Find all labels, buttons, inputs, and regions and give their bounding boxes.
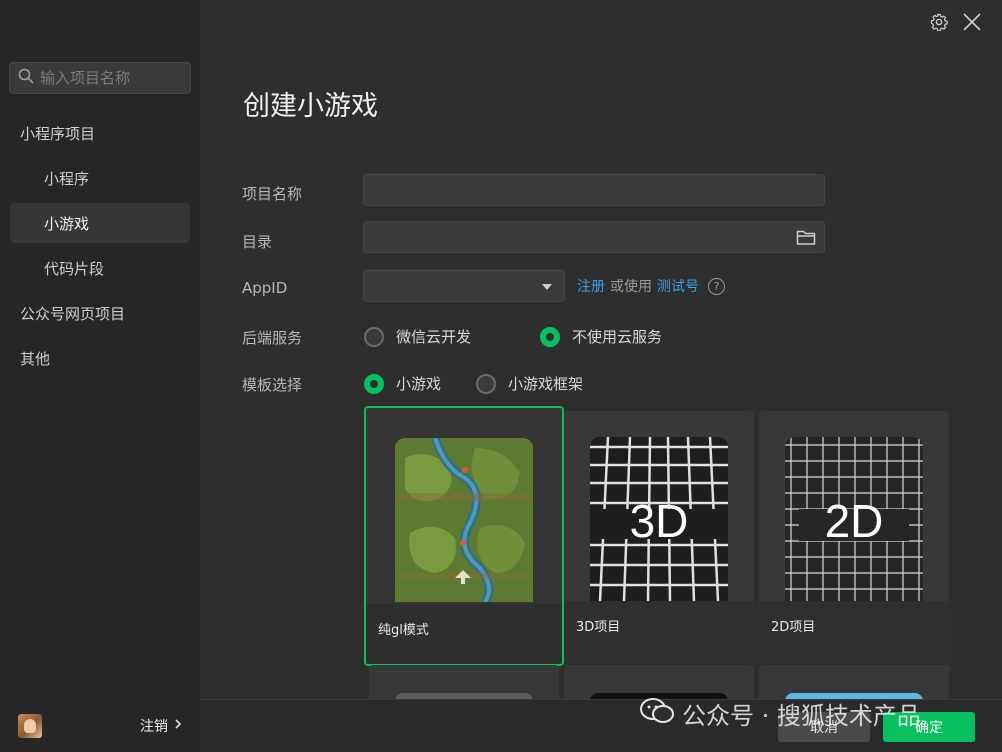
template-card-caption: 3D项目 [564, 601, 754, 663]
page-title: 创建小游戏 [243, 91, 378, 122]
sidebar-item-minigame[interactable]: 小游戏 [10, 203, 190, 243]
chevron-down-icon [542, 284, 552, 290]
avatar[interactable] [18, 714, 42, 738]
game-map-thumbnail [395, 438, 533, 602]
sidebar-item-miniprogram[interactable]: 小程序 [10, 158, 190, 198]
template-option-label: 小游戏框架 [508, 375, 584, 393]
logout-button[interactable]: 注销 [140, 716, 182, 736]
chevron-right-icon [174, 718, 182, 734]
template-option-framework[interactable]: 小游戏框架 [476, 373, 583, 394]
template-card-2d[interactable]: 2D 2D项目 [759, 411, 949, 663]
close-icon[interactable] [962, 12, 982, 32]
template-card-gl[interactable]: 纯gl模式 [364, 406, 564, 666]
directory-label: 目录 [242, 233, 273, 251]
sidebar-item-code-snippet[interactable]: 代码片段 [10, 248, 190, 288]
project-name-input[interactable] [364, 175, 824, 205]
project-name-field[interactable] [363, 174, 825, 206]
sidebar-item-label: 小游戏 [44, 214, 90, 233]
radio-button-selected[interactable] [540, 326, 560, 347]
template-card-caption: 纯gl模式 [366, 604, 562, 664]
2d-grid-thumbnail: 2D [785, 437, 923, 601]
template-label: 模板选择 [242, 376, 303, 394]
sidebar-item-miniprogram-project[interactable]: 小程序项目 [10, 113, 190, 153]
sidebar-item-other[interactable]: 其他 [10, 338, 190, 378]
directory-input[interactable] [364, 222, 824, 252]
test-account-link[interactable]: 测试号 [657, 276, 699, 296]
3d-label: 3D [630, 495, 689, 547]
sidebar-item-official-account-web[interactable]: 公众号网页项目 [10, 293, 190, 333]
directory-field[interactable] [363, 221, 825, 253]
appid-links: 注册 或使用 测试号 ? [577, 276, 725, 296]
radio-button[interactable] [364, 326, 384, 347]
or-use-text: 或使用 [610, 279, 652, 295]
help-icon[interactable]: ? [708, 277, 725, 295]
backend-option-label: 不使用云服务 [572, 328, 663, 346]
backend-option-wechat-cloud[interactable]: 微信云开发 [364, 326, 471, 347]
template-option-minigame[interactable]: 小游戏 [364, 373, 441, 394]
appid-select[interactable] [363, 270, 565, 302]
template-caption-3d: 3D项目 [576, 620, 621, 635]
search-icon [18, 68, 34, 88]
sidebar-item-label: 代码片段 [44, 259, 105, 278]
backend-label: 后端服务 [242, 329, 303, 347]
backend-option-label: 微信云开发 [396, 328, 472, 346]
register-link[interactable]: 注册 [577, 276, 605, 296]
backend-option-no-cloud[interactable]: 不使用云服务 [540, 326, 662, 347]
window-controls [930, 12, 982, 32]
gear-icon[interactable] [930, 13, 948, 31]
template-caption-gl: 纯gl模式 [378, 623, 429, 638]
radio-button-selected[interactable] [364, 373, 384, 394]
folder-icon[interactable] [796, 229, 816, 250]
sidebar: 小程序项目 小程序 小游戏 代码片段 公众号网页项目 其他 注销 [0, 0, 200, 752]
project-name-label: 项目名称 [242, 185, 303, 203]
sidebar-footer: 注销 [0, 700, 200, 752]
template-card-3d[interactable]: 3D 3D项目 [564, 411, 754, 663]
logout-label: 注销 [140, 719, 168, 735]
sidebar-item-label: 小程序项目 [20, 124, 96, 143]
search-input[interactable] [40, 69, 190, 87]
radio-button[interactable] [476, 373, 496, 394]
cancel-button[interactable]: 取消 [778, 712, 870, 742]
template-card-caption: 2D项目 [759, 601, 949, 663]
template-caption-2d: 2D项目 [771, 620, 816, 635]
sidebar-item-label: 其他 [20, 349, 51, 368]
appid-label: AppID [242, 279, 288, 297]
sidebar-item-label: 公众号网页项目 [20, 304, 126, 323]
2d-label: 2D [825, 495, 884, 547]
confirm-button[interactable]: 确定 [883, 712, 975, 742]
3d-grid-thumbnail: 3D [590, 437, 728, 601]
sidebar-item-label: 小程序 [44, 169, 90, 188]
template-option-label: 小游戏 [396, 375, 442, 393]
footer-bar [200, 699, 1002, 752]
search-box[interactable] [9, 62, 191, 94]
